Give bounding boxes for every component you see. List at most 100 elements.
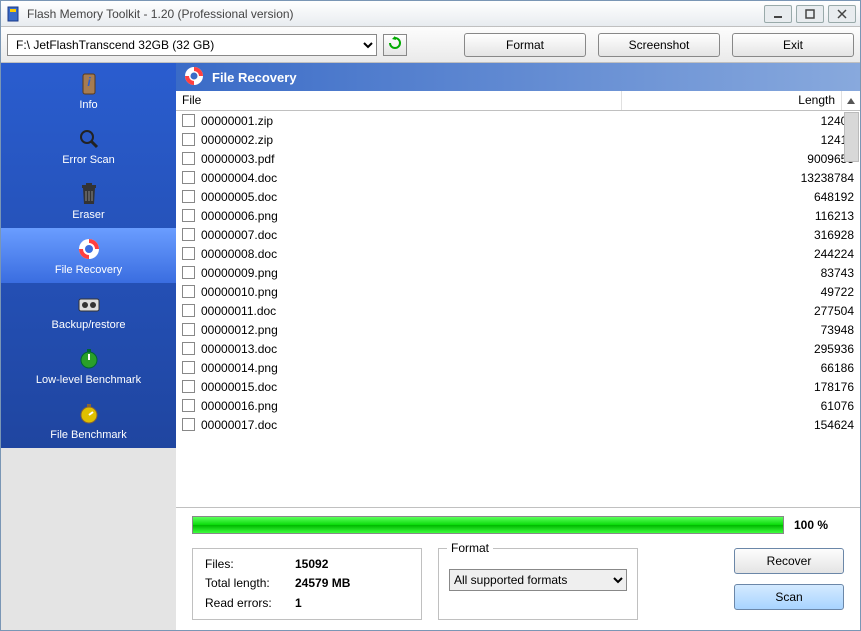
- file-list[interactable]: 00000001.zip1240300000002.zip12415000000…: [176, 111, 860, 507]
- app-window: Flash Memory Toolkit - 1.20 (Professiona…: [0, 0, 861, 631]
- row-checkbox[interactable]: [182, 152, 195, 165]
- row-filename: 00000012.png: [201, 323, 642, 337]
- stats-box: Files: 15092 Total length: 24579 MB Read…: [192, 548, 422, 620]
- table-row[interactable]: 00000009.png83743: [176, 263, 860, 282]
- table-row[interactable]: 00000016.png61076: [176, 396, 860, 415]
- stats-files-value: 15092: [295, 557, 409, 572]
- row-checkbox[interactable]: [182, 266, 195, 279]
- format-button[interactable]: Format: [464, 33, 586, 57]
- column-header-length[interactable]: Length: [622, 91, 842, 110]
- table-row[interactable]: 00000001.zip12403: [176, 111, 860, 130]
- row-checkbox[interactable]: [182, 361, 195, 374]
- row-checkbox[interactable]: [182, 228, 195, 241]
- row-checkbox[interactable]: [182, 247, 195, 260]
- stopwatch-yellow-icon: [76, 401, 102, 427]
- stats-errors-value: 1: [295, 596, 409, 611]
- sidebar-item-label: Eraser: [72, 209, 104, 221]
- scan-button[interactable]: Scan: [734, 584, 844, 610]
- table-row[interactable]: 00000007.doc316928: [176, 225, 860, 244]
- table-row[interactable]: 00000011.doc277504: [176, 301, 860, 320]
- scroll-up-arrow[interactable]: [842, 91, 860, 110]
- progress-bar: [192, 516, 784, 534]
- row-length: 73948: [642, 323, 860, 337]
- sidebar-item-label: File Benchmark: [50, 429, 126, 441]
- row-length: 61076: [642, 399, 860, 413]
- app-icon: [5, 6, 21, 22]
- minimize-button[interactable]: [764, 5, 792, 23]
- sidebar-item-low-level-benchmark[interactable]: Low-level Benchmark: [1, 338, 176, 393]
- row-checkbox[interactable]: [182, 114, 195, 127]
- bottom-panel: 100 % Files: 15092 Total length: 24579 M…: [176, 507, 860, 630]
- table-row[interactable]: 00000013.doc295936: [176, 339, 860, 358]
- row-length: 178176: [642, 380, 860, 394]
- table-row[interactable]: 00000008.doc244224: [176, 244, 860, 263]
- sidebar-item-backup-restore[interactable]: Backup/restore: [1, 283, 176, 338]
- row-length: 244224: [642, 247, 860, 261]
- toolbar: F:\ JetFlashTranscend 32GB (32 GB) Forma…: [1, 27, 860, 63]
- progress-percent: 100 %: [794, 518, 844, 532]
- row-filename: 00000014.png: [201, 361, 642, 375]
- table-row[interactable]: 00000014.png66186: [176, 358, 860, 377]
- row-checkbox[interactable]: [182, 418, 195, 431]
- table-row[interactable]: 00000004.doc13238784: [176, 168, 860, 187]
- tape-icon: [76, 291, 102, 317]
- refresh-button[interactable]: [383, 34, 407, 56]
- format-legend: Format: [447, 541, 493, 555]
- row-length: 13238784: [642, 171, 860, 185]
- table-row[interactable]: 00000017.doc154624: [176, 415, 860, 434]
- row-length: 66186: [642, 361, 860, 375]
- row-filename: 00000010.png: [201, 285, 642, 299]
- row-checkbox[interactable]: [182, 304, 195, 317]
- row-length: 83743: [642, 266, 860, 280]
- sidebar: i Info Error Scan Eraser File Recovery B…: [1, 63, 176, 630]
- magnifier-icon: [76, 126, 102, 152]
- table-row[interactable]: 00000002.zip12415: [176, 130, 860, 149]
- table-row[interactable]: 00000006.png116213: [176, 206, 860, 225]
- table-row[interactable]: 00000005.doc648192: [176, 187, 860, 206]
- sidebar-item-info[interactable]: i Info: [1, 63, 176, 118]
- stats-total-value: 24579 MB: [295, 576, 409, 591]
- row-length: 116213: [642, 209, 860, 223]
- table-row[interactable]: 00000003.pdf9009655: [176, 149, 860, 168]
- sidebar-item-file-benchmark[interactable]: File Benchmark: [1, 393, 176, 448]
- stats-files-label: Files:: [205, 557, 295, 572]
- row-checkbox[interactable]: [182, 399, 195, 412]
- row-filename: 00000016.png: [201, 399, 642, 413]
- sidebar-item-file-recovery[interactable]: File Recovery: [1, 228, 176, 283]
- format-group: Format All supported formats: [438, 548, 638, 620]
- maximize-button[interactable]: [796, 5, 824, 23]
- row-filename: 00000006.png: [201, 209, 642, 223]
- screenshot-button[interactable]: Screenshot: [598, 33, 720, 57]
- titlebar: Flash Memory Toolkit - 1.20 (Professiona…: [1, 1, 860, 27]
- table-row[interactable]: 00000010.png49722: [176, 282, 860, 301]
- table-row[interactable]: 00000012.png73948: [176, 320, 860, 339]
- row-filename: 00000005.doc: [201, 190, 642, 204]
- row-checkbox[interactable]: [182, 190, 195, 203]
- row-length: 9009655: [642, 152, 860, 166]
- row-checkbox[interactable]: [182, 380, 195, 393]
- row-length: 49722: [642, 285, 860, 299]
- close-button[interactable]: [828, 5, 856, 23]
- row-checkbox[interactable]: [182, 323, 195, 336]
- row-checkbox[interactable]: [182, 342, 195, 355]
- row-length: 154624: [642, 418, 860, 432]
- row-filename: 00000007.doc: [201, 228, 642, 242]
- scrollbar-thumb[interactable]: [844, 112, 859, 162]
- row-checkbox[interactable]: [182, 133, 195, 146]
- sidebar-item-eraser[interactable]: Eraser: [1, 173, 176, 228]
- drive-select[interactable]: F:\ JetFlashTranscend 32GB (32 GB): [7, 34, 377, 56]
- sidebar-item-error-scan[interactable]: Error Scan: [1, 118, 176, 173]
- recover-button[interactable]: Recover: [734, 548, 844, 574]
- format-select[interactable]: All supported formats: [449, 569, 627, 591]
- table-row[interactable]: 00000015.doc178176: [176, 377, 860, 396]
- row-checkbox[interactable]: [182, 285, 195, 298]
- window-title: Flash Memory Toolkit - 1.20 (Professiona…: [27, 7, 760, 21]
- row-checkbox[interactable]: [182, 171, 195, 184]
- row-filename: 00000009.png: [201, 266, 642, 280]
- column-header-file[interactable]: File: [176, 91, 622, 110]
- row-filename: 00000013.doc: [201, 342, 642, 356]
- row-checkbox[interactable]: [182, 209, 195, 222]
- exit-button[interactable]: Exit: [732, 33, 854, 57]
- row-filename: 00000001.zip: [201, 114, 642, 128]
- trash-icon: [76, 181, 102, 207]
